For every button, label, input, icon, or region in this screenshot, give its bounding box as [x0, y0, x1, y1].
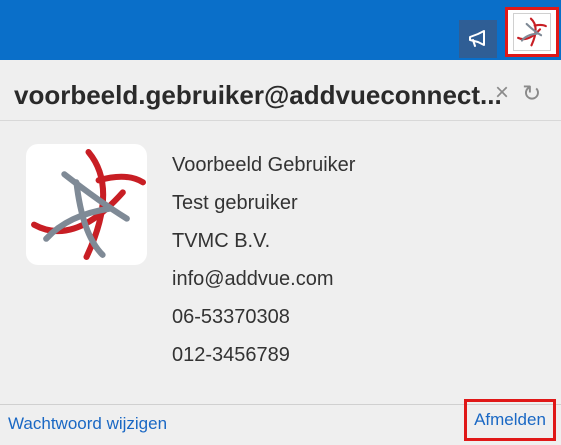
user-email: info@addvue.com: [172, 268, 334, 290]
account-details: Voorbeeld Gebruiker Test gebruiker TVMC …: [172, 146, 355, 374]
megaphone-icon: [469, 30, 485, 47]
logout-link[interactable]: Afmelden: [474, 410, 546, 430]
user-role: Test gebruiker: [172, 192, 298, 214]
addvue-logo-icon: [31, 149, 146, 260]
notifications-button[interactable]: [459, 20, 497, 58]
change-password-link[interactable]: Wachtwoord wijzigen: [8, 414, 167, 434]
logout-highlight: Afmelden: [464, 399, 556, 441]
title-divider: [0, 120, 561, 121]
account-logo: [26, 144, 147, 265]
user-full-name: Voorbeeld Gebruiker: [172, 154, 356, 176]
account-email-title: voorbeeld.gebruiker@addvueconnect...: [14, 80, 502, 110]
user-phone: 012-3456789: [172, 344, 290, 366]
addvue-logo-icon: [517, 17, 547, 47]
account-avatar-button[interactable]: [505, 7, 559, 57]
user-company: TVMC B.V.: [172, 230, 271, 252]
close-icon[interactable]: ×: [495, 79, 509, 107]
user-mobile: 06-53370308: [172, 306, 290, 328]
refresh-icon[interactable]: ↻: [522, 80, 541, 107]
